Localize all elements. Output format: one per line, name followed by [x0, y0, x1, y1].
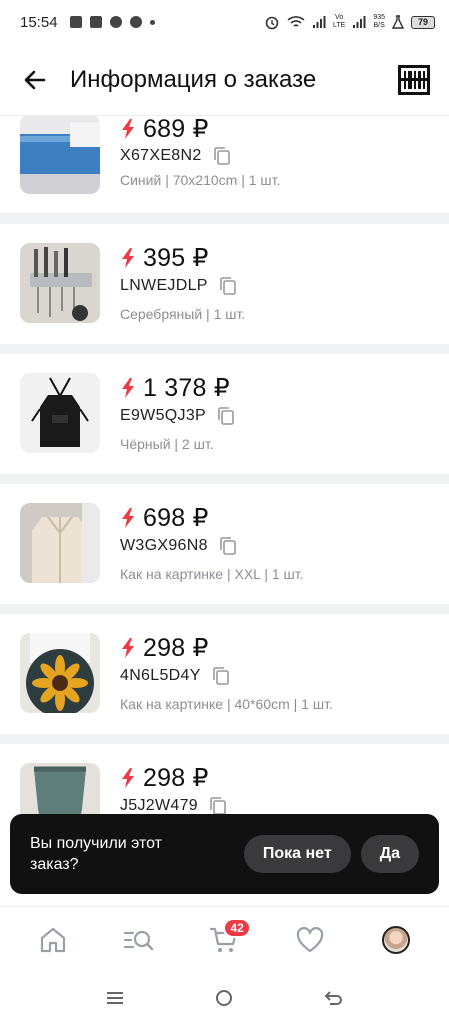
- lightning-icon: [122, 378, 134, 398]
- order-received-prompt: Вы получили этот заказ? Пока нет Да: [10, 814, 439, 894]
- copy-icon[interactable]: [208, 796, 228, 816]
- cart-badge: 42: [223, 917, 251, 938]
- nav-catalog[interactable]: [114, 915, 164, 965]
- copy-icon[interactable]: [211, 666, 231, 686]
- home-circle-icon[interactable]: [214, 988, 234, 1008]
- heart-icon: [297, 926, 324, 952]
- home-icon: [40, 927, 65, 952]
- yes-button[interactable]: Да: [360, 835, 419, 873]
- barcode-icon: [398, 64, 430, 95]
- nav-favorites[interactable]: [285, 915, 335, 965]
- status-bar: 15:54 Vo LTE 935 B/S 79: [0, 0, 449, 44]
- catalog-search-icon: [123, 930, 153, 950]
- lightning-icon: [122, 508, 134, 528]
- app-header: Информация о заказе: [0, 44, 449, 116]
- product-image[interactable]: [20, 373, 100, 453]
- lightning-icon: [122, 248, 134, 268]
- lightning-icon: [122, 119, 134, 139]
- nav-profile[interactable]: [371, 915, 421, 965]
- page-title: Информация о заказе: [70, 65, 317, 93]
- gamepad-icon: [69, 16, 82, 28]
- lightning-icon: [122, 768, 134, 788]
- item-price: 689 ₽: [143, 116, 209, 143]
- net-speed: 935 B/S: [373, 14, 385, 29]
- battery-indicator: 79: [411, 15, 435, 29]
- whatsapp-icon: [129, 16, 142, 28]
- sku-row: E9W5QJ3P: [120, 402, 236, 430]
- flask-icon: [392, 15, 404, 29]
- back-icon[interactable]: [324, 989, 344, 1007]
- item-sku: W3GX96N8: [120, 537, 208, 554]
- item-sku: E9W5QJ3P: [120, 407, 206, 424]
- copy-icon[interactable]: [212, 146, 232, 166]
- sku-row: W3GX96N8: [120, 532, 238, 560]
- arrow-left-icon: [24, 70, 46, 89]
- item-price: 298 ₽: [143, 634, 209, 662]
- box-icon: [89, 16, 102, 28]
- item-sku: 4N6L5D4Y: [120, 667, 201, 684]
- copy-icon[interactable]: [216, 406, 236, 426]
- nav-home[interactable]: [28, 915, 78, 965]
- prompt-question: Вы получили этот заказ?: [30, 835, 162, 873]
- item-price: 395 ₽: [143, 244, 209, 272]
- order-items-list[interactable]: 689 ₽ X67XE8N2 Синий | 70x210cm | 1 шт. …: [0, 116, 449, 906]
- item-sku: LNWEJDLP: [120, 277, 208, 294]
- item-price: 1 378 ₽: [143, 374, 230, 402]
- back-button[interactable]: [0, 44, 70, 116]
- price-row: 698 ₽: [121, 501, 209, 535]
- more-notifications-icon: [149, 19, 155, 25]
- alarm-icon: [265, 16, 279, 30]
- bottom-nav: 42: [0, 906, 449, 972]
- price-row: 298 ₽: [121, 761, 209, 795]
- volte-indicator: Vo LTE: [332, 14, 346, 29]
- order-item[interactable]: 298 ₽ 4N6L5D4Y Как на картинке | 40*60cm…: [0, 614, 449, 734]
- app-icon: [109, 16, 122, 28]
- wifi-icon: [287, 16, 305, 27]
- product-image[interactable]: [20, 633, 100, 713]
- system-nav-bar: [0, 972, 449, 1024]
- item-price: 698 ₽: [143, 504, 209, 532]
- item-sku: J5J2W479: [120, 797, 198, 814]
- profile-avatar: [382, 925, 411, 954]
- item-price: 298 ₽: [143, 764, 209, 792]
- status-time: 15:54: [20, 13, 58, 31]
- not-yet-button[interactable]: Пока нет: [243, 835, 351, 873]
- sku-row: LNWEJDLP: [120, 272, 238, 300]
- menu-icon[interactable]: [105, 990, 125, 1006]
- order-item[interactable]: 1 378 ₽ E9W5QJ3P Чёрный | 2 шт.: [0, 354, 449, 474]
- product-image[interactable]: [20, 116, 100, 194]
- product-image[interactable]: [20, 503, 100, 583]
- signal-icon: [312, 16, 326, 28]
- sku-row: X67XE8N2: [120, 142, 232, 170]
- product-image[interactable]: [20, 243, 100, 323]
- copy-icon[interactable]: [218, 276, 238, 296]
- barcode-button[interactable]: [379, 44, 449, 116]
- order-item[interactable]: 689 ₽ X67XE8N2 Синий | 70x210cm | 1 шт.: [0, 116, 449, 213]
- price-row: 298 ₽: [121, 631, 209, 665]
- lightning-icon: [122, 638, 134, 658]
- order-item[interactable]: 698 ₽ W3GX96N8 Как на картинке | XXL | 1…: [0, 484, 449, 604]
- nav-cart[interactable]: 42: [199, 915, 251, 965]
- price-row: 1 378 ₽: [121, 371, 230, 405]
- item-meta: Синий | 70x210cm | 1 шт.: [120, 172, 281, 188]
- item-meta: Чёрный | 2 шт.: [120, 436, 214, 452]
- signal-icon-2: [353, 16, 366, 28]
- order-item[interactable]: 395 ₽ LNWEJDLP Серебряный | 1 шт.: [0, 224, 449, 344]
- item-meta: Серебряный | 1 шт.: [120, 306, 246, 322]
- item-meta: Как на картинке | 40*60cm | 1 шт.: [120, 696, 333, 712]
- price-row: 395 ₽: [121, 241, 209, 275]
- sku-row: 4N6L5D4Y: [120, 662, 231, 690]
- item-sku: X67XE8N2: [120, 147, 202, 164]
- copy-icon[interactable]: [218, 536, 238, 556]
- item-meta: Как на картинке | XXL | 1 шт.: [120, 566, 304, 582]
